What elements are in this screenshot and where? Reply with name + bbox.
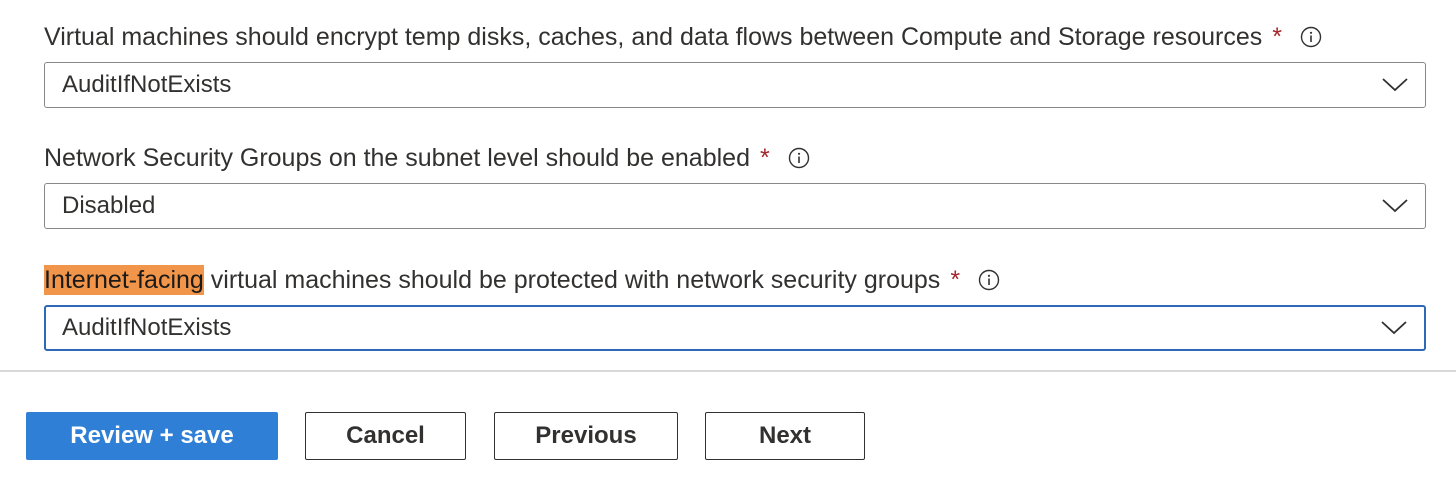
select-value: Disabled (62, 192, 156, 219)
chevron-down-icon (1381, 77, 1409, 93)
next-button[interactable]: Next (705, 412, 865, 460)
field-encrypt-temp-disks: Virtual machines should encrypt temp dis… (44, 22, 1426, 108)
required-asterisk: * (759, 144, 770, 172)
chevron-down-icon (1381, 198, 1409, 214)
select-value: AuditIfNotExists (62, 71, 232, 98)
field-internet-facing-vms-nsg: Internet-facing virtual machines should … (44, 265, 1426, 351)
cancel-button[interactable]: Cancel (305, 412, 466, 460)
chevron-down-icon (1380, 320, 1408, 336)
info-icon[interactable] (1300, 26, 1322, 48)
field-label: Internet-facing virtual machines should … (44, 265, 1426, 295)
policy-parameters-page: Virtual machines should encrypt temp dis… (0, 0, 1456, 492)
info-icon[interactable] (788, 147, 810, 169)
select-value: AuditIfNotExists (62, 314, 232, 341)
field-label-text: Virtual machines should encrypt temp dis… (44, 23, 1263, 51)
field-label: Virtual machines should encrypt temp dis… (44, 22, 1426, 52)
footer-divider (0, 370, 1456, 372)
search-highlight: Internet-facing (44, 265, 204, 295)
review-save-button[interactable]: Review + save (26, 412, 278, 460)
nsg-subnet-level-select[interactable]: Disabled (44, 183, 1426, 229)
field-label-text: Network Security Groups on the subnet le… (44, 144, 750, 172)
field-label-text: virtual machines should be protected wit… (203, 266, 941, 294)
field-label: Network Security Groups on the subnet le… (44, 143, 1426, 173)
internet-facing-vms-nsg-select[interactable]: AuditIfNotExists (44, 305, 1426, 351)
info-icon[interactable] (978, 269, 1000, 291)
field-nsg-subnet-level: Network Security Groups on the subnet le… (44, 143, 1426, 229)
required-asterisk: * (1272, 23, 1282, 51)
required-asterisk: * (950, 266, 961, 294)
previous-button[interactable]: Previous (494, 412, 678, 460)
encrypt-temp-disks-select[interactable]: AuditIfNotExists (44, 62, 1426, 108)
